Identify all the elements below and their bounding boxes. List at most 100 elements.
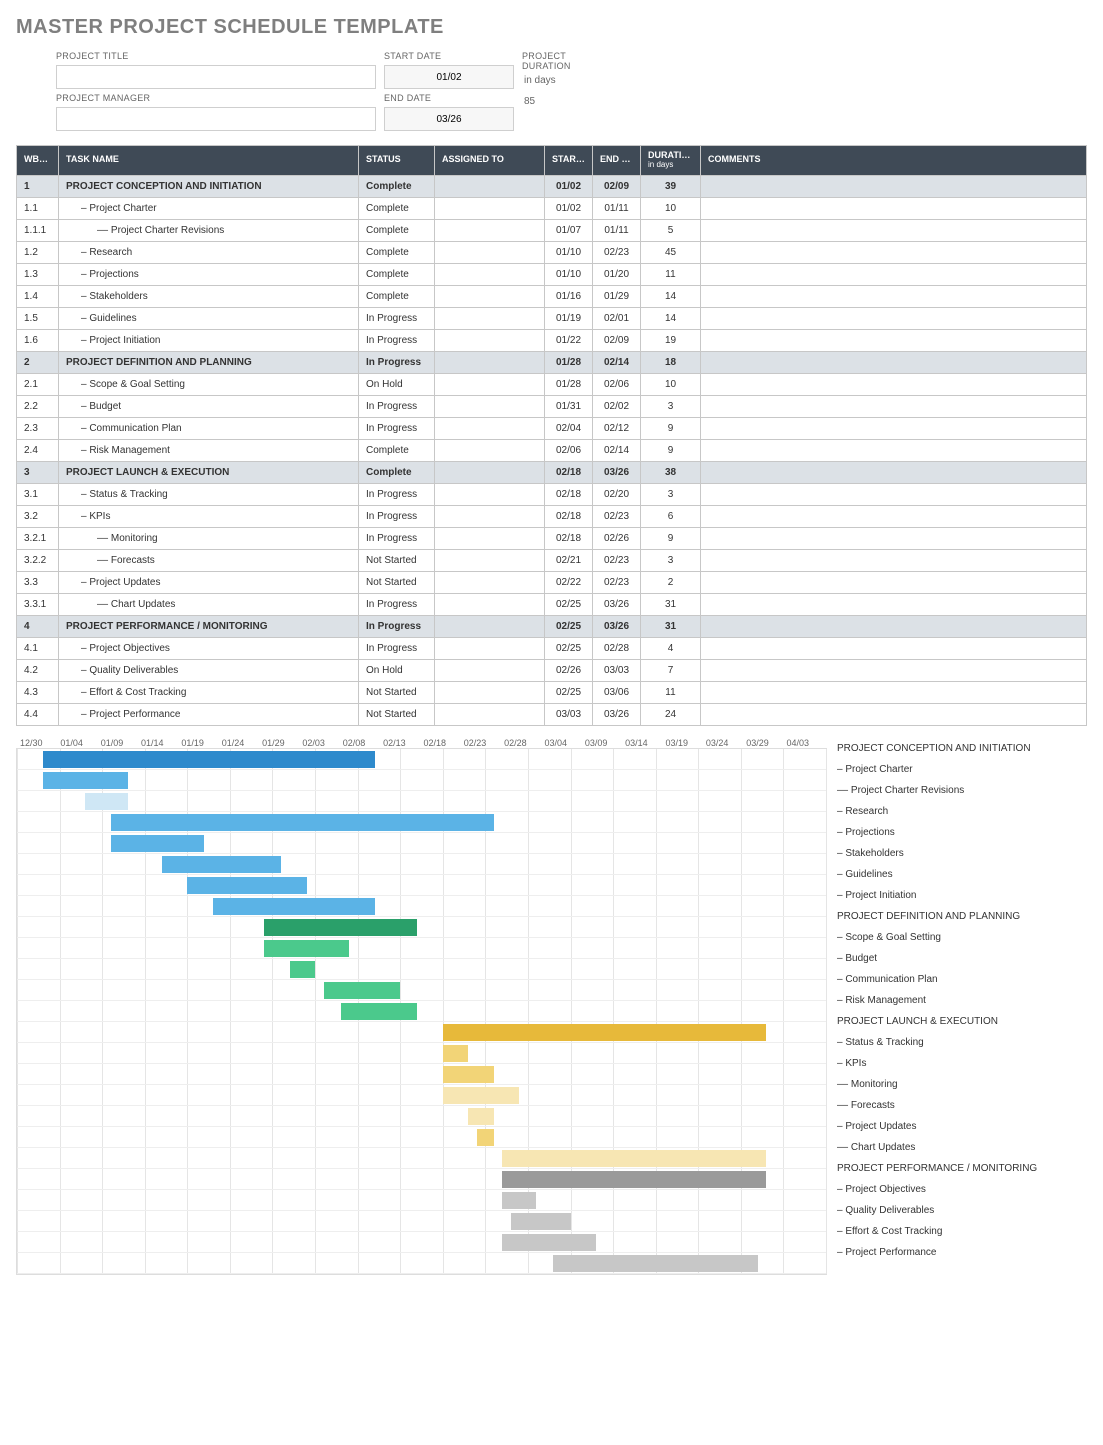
cell-sd: 01/02 bbox=[545, 197, 593, 219]
cell-n: – Effort & Cost Tracking bbox=[59, 681, 359, 703]
gantt-bar[interactable] bbox=[264, 940, 349, 957]
project-manager-input[interactable] bbox=[56, 107, 376, 131]
gantt-bar[interactable] bbox=[43, 751, 375, 768]
axis-tick: 12/30 bbox=[20, 738, 60, 748]
gantt-bar[interactable] bbox=[511, 1213, 571, 1230]
gantt-bar[interactable] bbox=[213, 898, 375, 915]
cell-s: Not Started bbox=[359, 571, 435, 593]
table-row[interactable]: 3.3.1–– Chart UpdatesIn Progress02/2503/… bbox=[17, 593, 1087, 615]
gantt-bar[interactable] bbox=[502, 1150, 766, 1167]
gantt-bar[interactable] bbox=[111, 814, 494, 831]
gantt-bar[interactable] bbox=[443, 1087, 520, 1104]
cell-w: 4.1 bbox=[17, 637, 59, 659]
start-date-label: START DATE bbox=[384, 51, 514, 61]
col-end: END DATE bbox=[593, 146, 641, 176]
cell-w: 4.4 bbox=[17, 703, 59, 725]
cell-ed: 02/14 bbox=[593, 439, 641, 461]
table-row[interactable]: 2.1– Scope & Goal SettingOn Hold01/2802/… bbox=[17, 373, 1087, 395]
gantt-bar[interactable] bbox=[502, 1171, 766, 1188]
table-row[interactable]: 1.1.1–– Project Charter RevisionsComplet… bbox=[17, 219, 1087, 241]
cell-ed: 02/28 bbox=[593, 637, 641, 659]
cell-n: – Communication Plan bbox=[59, 417, 359, 439]
table-row[interactable]: 4.4– Project PerformanceNot Started03/03… bbox=[17, 703, 1087, 725]
table-row[interactable]: 1.3– ProjectionsComplete01/1001/2011 bbox=[17, 263, 1087, 285]
cell-a bbox=[435, 527, 545, 549]
cell-s: Not Started bbox=[359, 681, 435, 703]
table-row[interactable]: 4PROJECT PERFORMANCE / MONITORINGIn Prog… bbox=[17, 615, 1087, 637]
end-date-input[interactable] bbox=[384, 107, 514, 131]
gantt-row bbox=[17, 1190, 826, 1211]
table-row[interactable]: 3.1– Status & TrackingIn Progress02/1802… bbox=[17, 483, 1087, 505]
gantt-row bbox=[17, 1085, 826, 1106]
gantt-bar[interactable] bbox=[85, 793, 128, 810]
axis-tick: 01/04 bbox=[60, 738, 100, 748]
cell-s: Complete bbox=[359, 439, 435, 461]
gantt-bar[interactable] bbox=[264, 919, 417, 936]
cell-s: On Hold bbox=[359, 373, 435, 395]
table-row[interactable]: 3.2.1–– MonitoringIn Progress02/1802/269 bbox=[17, 527, 1087, 549]
gantt-bar[interactable] bbox=[502, 1234, 596, 1251]
table-row[interactable]: 2.4– Risk ManagementComplete02/0602/149 bbox=[17, 439, 1087, 461]
table-row[interactable]: 1.5– GuidelinesIn Progress01/1902/0114 bbox=[17, 307, 1087, 329]
col-wbs: WBS NO. bbox=[17, 146, 59, 176]
duration-label-1: PROJECT bbox=[522, 51, 571, 61]
table-row[interactable]: 3PROJECT LAUNCH & EXECUTIONComplete02/18… bbox=[17, 461, 1087, 483]
gantt-bar[interactable] bbox=[324, 982, 401, 999]
gantt-bar[interactable] bbox=[187, 877, 306, 894]
cell-n: – Scope & Goal Setting bbox=[59, 373, 359, 395]
gantt-bar[interactable] bbox=[290, 961, 316, 978]
gantt-row bbox=[17, 854, 826, 875]
cell-c bbox=[701, 329, 1087, 351]
axis-tick: 02/03 bbox=[302, 738, 342, 748]
cell-s: In Progress bbox=[359, 637, 435, 659]
cell-d: 14 bbox=[641, 307, 701, 329]
cell-a bbox=[435, 241, 545, 263]
cell-ed: 02/23 bbox=[593, 549, 641, 571]
cell-a bbox=[435, 263, 545, 285]
gantt-bar[interactable] bbox=[502, 1192, 536, 1209]
cell-ed: 02/23 bbox=[593, 571, 641, 593]
cell-n: PROJECT LAUNCH & EXECUTION bbox=[59, 461, 359, 483]
cell-a bbox=[435, 197, 545, 219]
table-row[interactable]: 1.1– Project CharterComplete01/0201/1110 bbox=[17, 197, 1087, 219]
table-row[interactable]: 2PROJECT DEFINITION AND PLANNINGIn Progr… bbox=[17, 351, 1087, 373]
cell-c bbox=[701, 439, 1087, 461]
cell-c bbox=[701, 659, 1087, 681]
schedule-table: WBS NO. TASK NAME STATUS ASSIGNED TO STA… bbox=[16, 145, 1087, 726]
gantt-row bbox=[17, 1022, 826, 1043]
cell-ed: 02/09 bbox=[593, 175, 641, 197]
table-row[interactable]: 3.3– Project UpdatesNot Started02/2202/2… bbox=[17, 571, 1087, 593]
cell-a bbox=[435, 439, 545, 461]
gantt-bar[interactable] bbox=[341, 1003, 418, 1020]
table-row[interactable]: 4.3– Effort & Cost TrackingNot Started02… bbox=[17, 681, 1087, 703]
axis-tick: 02/23 bbox=[464, 738, 504, 748]
start-date-input[interactable] bbox=[384, 65, 514, 89]
gantt-bar[interactable] bbox=[443, 1024, 767, 1041]
gantt-bar[interactable] bbox=[553, 1255, 757, 1272]
table-row[interactable]: 4.1– Project ObjectivesIn Progress02/250… bbox=[17, 637, 1087, 659]
table-row[interactable]: 2.2– BudgetIn Progress01/3102/023 bbox=[17, 395, 1087, 417]
cell-sd: 01/07 bbox=[545, 219, 593, 241]
table-row[interactable]: 1.2– ResearchComplete01/1002/2345 bbox=[17, 241, 1087, 263]
cell-sd: 01/19 bbox=[545, 307, 593, 329]
table-row[interactable]: 3.2.2–– ForecastsNot Started02/2102/233 bbox=[17, 549, 1087, 571]
cell-n: – Project Updates bbox=[59, 571, 359, 593]
table-row[interactable]: 1.4– StakeholdersComplete01/1601/2914 bbox=[17, 285, 1087, 307]
gantt-bar[interactable] bbox=[477, 1129, 494, 1146]
gantt-bar[interactable] bbox=[468, 1108, 494, 1125]
cell-c bbox=[701, 241, 1087, 263]
cell-s: Complete bbox=[359, 219, 435, 241]
table-row[interactable]: 3.2– KPIsIn Progress02/1802/236 bbox=[17, 505, 1087, 527]
table-row[interactable]: 2.3– Communication PlanIn Progress02/040… bbox=[17, 417, 1087, 439]
gantt-bar[interactable] bbox=[443, 1066, 494, 1083]
cell-w: 1.6 bbox=[17, 329, 59, 351]
gantt-bar[interactable] bbox=[111, 835, 205, 852]
table-row[interactable]: 1.6– Project InitiationIn Progress01/220… bbox=[17, 329, 1087, 351]
cell-a bbox=[435, 373, 545, 395]
table-row[interactable]: 4.2– Quality DeliverablesOn Hold02/2603/… bbox=[17, 659, 1087, 681]
gantt-bar[interactable] bbox=[43, 772, 128, 789]
project-title-input[interactable] bbox=[56, 65, 376, 89]
gantt-bar[interactable] bbox=[162, 856, 281, 873]
table-row[interactable]: 1PROJECT CONCEPTION AND INITIATIONComple… bbox=[17, 175, 1087, 197]
gantt-bar[interactable] bbox=[443, 1045, 469, 1062]
